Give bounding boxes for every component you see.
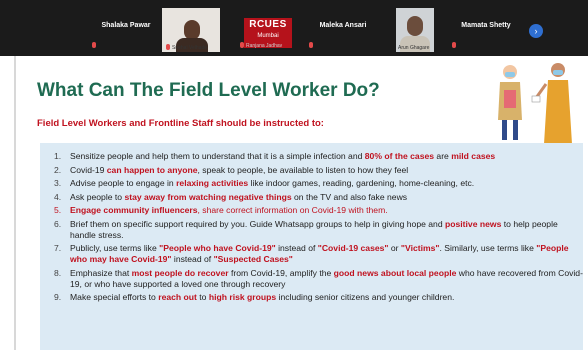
logo-subtext: Mumbai [257, 33, 279, 39]
text-segment: , share correct information on Covid-19 … [197, 205, 388, 215]
list-item-text: Engage community influencers, share corr… [70, 205, 583, 216]
participant-tile[interactable]: Mamata Shetty [448, 6, 524, 50]
list-item-number: 1. [54, 151, 62, 161]
worker1-leg [502, 120, 507, 140]
health-workers-illustration [498, 63, 572, 144]
text-segment: Covid-19 [70, 164, 107, 175]
list-item-text: Emphasize that most people do recover fr… [70, 268, 583, 290]
chevron-right-icon: › [534, 26, 538, 36]
text-segment: like indoor games, reading, gardening, h… [248, 178, 475, 188]
participant-video[interactable]: Arun Ghagare [396, 8, 434, 52]
next-participants-button[interactable]: › [529, 24, 543, 38]
highlighted-text: "Suspected Cases" [213, 254, 293, 264]
list-item-number: 8. [54, 267, 62, 278]
highlighted-text: 80% of the cases [364, 151, 435, 161]
worker1-sash [504, 90, 516, 108]
mask [553, 70, 563, 75]
highlighted-text: good news about local people [333, 267, 457, 278]
slide-title: What Can The Field Level Worker Do? [37, 80, 380, 101]
highlighted-text: Engage community influencers [70, 205, 198, 215]
text-segment: Emphasize that [70, 267, 132, 278]
list-item-number: 3. [54, 178, 62, 188]
mic-muted-icon [92, 42, 96, 48]
text-segment: or [388, 243, 401, 253]
participant-tile[interactable]: RCUES Mumbai Ranjana Jadhav [236, 6, 300, 50]
participant-name: Maleka Ansari [319, 22, 367, 29]
avatar [184, 20, 200, 40]
participant-name: Mamata Shetty [461, 22, 511, 29]
list-item-number: 5. [54, 205, 62, 215]
text-segment: to [196, 292, 209, 302]
avatar [407, 16, 423, 36]
list-item-number: 6. [54, 218, 62, 229]
participant-tile[interactable]: Shalaka Pawar [88, 6, 164, 50]
list-item-text: Covid-19 can happen to anyone, speak to … [70, 165, 583, 176]
text-segment: including senior citizens and younger ch… [276, 292, 455, 302]
text-segment: Sensitize people and help them to unders… [70, 151, 365, 161]
participant-tile[interactable]: Maleka Ansari [305, 6, 381, 50]
highlighted-text: "Covid-19 cases" [317, 243, 389, 253]
worker2-saree [544, 80, 572, 144]
participant-name: Shalaka Pawar [101, 22, 151, 29]
slide-subtitle: Field Level Workers and Frontline Staff … [37, 118, 324, 129]
mask [505, 72, 515, 77]
highlighted-text: stay away from watching negative things [124, 191, 292, 202]
list-item: 9. Make special efforts to reach out to h… [40, 292, 583, 303]
participant-name: Ranjana Jadhav [246, 43, 283, 49]
list-item: 3. Advise people to engage in relaxing ac… [40, 178, 583, 189]
mic-muted-icon [452, 42, 456, 48]
text-segment: Publicly, use terms like [70, 243, 160, 253]
mic-muted-icon [166, 44, 170, 50]
list-item-text: Brief them on specific support required … [70, 219, 583, 241]
text-segment: Ask people to [70, 191, 125, 202]
text-segment: Brief them on specific support required … [70, 218, 446, 229]
highlighted-text: reach out [158, 292, 197, 302]
text-segment: are [434, 151, 452, 161]
list-item-text: Advise people to engage in relaxing acti… [70, 178, 583, 189]
participant-video[interactable]: Snehal Velhade [162, 8, 220, 52]
highlighted-text: "People who have Covid-19" [159, 243, 276, 253]
list-item: 6. Brief them on specific support require… [40, 219, 583, 241]
list-item-text: Ask people to stay away from watching ne… [70, 192, 583, 203]
list-item-number: 7. [54, 243, 62, 253]
text-segment: Advise people to engage in [70, 178, 177, 188]
highlighted-text: mild cases [451, 151, 496, 161]
logo-text: RCUES [249, 19, 287, 30]
list-item: 1. Sensitize people and help them to unde… [40, 151, 583, 162]
list-item: 8. Emphasize that most people do recover … [40, 268, 583, 290]
slide-margin-line [14, 56, 16, 350]
text-segment: from Covid-19, amplify the [228, 267, 334, 278]
leaflet [531, 95, 541, 103]
highlighted-text: most people do recover [131, 267, 229, 278]
list-item-number: 9. [54, 292, 62, 302]
mic-muted-icon [240, 42, 244, 48]
text-segment: , speak to people, be available to liste… [197, 164, 409, 175]
worker1-leg [513, 120, 518, 140]
highlighted-text: relaxing activities [176, 178, 249, 188]
list-item-text: Publicly, use terms like "People who hav… [70, 243, 583, 265]
list-item-text: Sensitize people and help them to unders… [70, 151, 583, 162]
mic-muted-icon [309, 42, 313, 48]
text-segment: instead of [171, 254, 214, 264]
list-item: 2. Covid-19 can happen to anyone, speak t… [40, 165, 583, 176]
text-segment: on the TV and also fake news [291, 191, 408, 202]
list-item: 4. Ask people to stay away from watching … [40, 192, 583, 203]
highlighted-text: can happen to anyone [106, 164, 198, 175]
list-item-number: 2. [54, 164, 62, 175]
highlighted-text: high risk groups [208, 292, 277, 302]
highlighted-text: "Victims" [400, 243, 440, 253]
text-segment: . Similarly, use terms like [439, 243, 537, 253]
participant-name: Snehal Velhade [172, 45, 208, 51]
guidelines-list: 1. Sensitize people and help them to unde… [40, 143, 583, 350]
text-segment: Make special efforts to [70, 292, 159, 302]
list-item: 7. Publicly, use terms like "People who h… [40, 243, 583, 265]
list-item-number: 4. [54, 191, 62, 202]
list-item-text: Make special efforts to reach out to hig… [70, 292, 583, 303]
list-item: 5. Engage community influencers, share co… [40, 205, 583, 216]
text-segment: instead of [275, 243, 318, 253]
participant-name: Arun Ghagare [398, 45, 430, 51]
highlighted-text: positive news [445, 218, 502, 229]
